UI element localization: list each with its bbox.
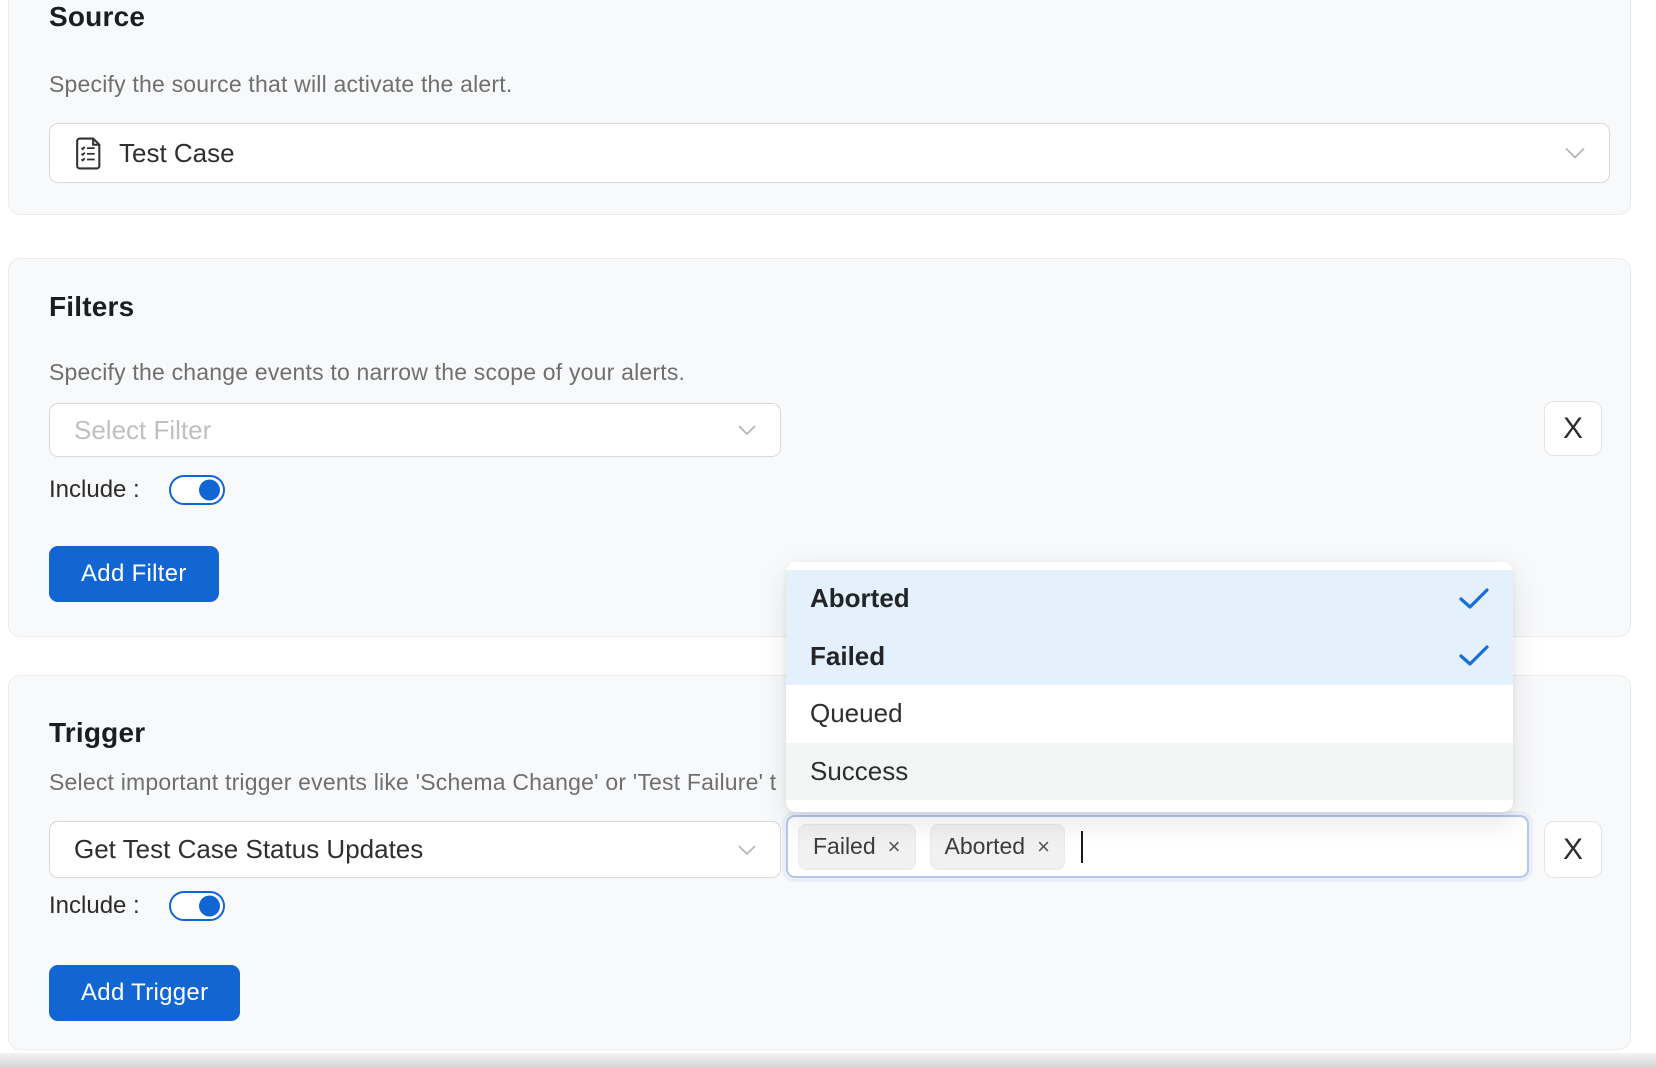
toggle-knob [199,480,220,501]
scroll-fade-band [0,1053,1656,1068]
trigger-select[interactable]: Get Test Case Status Updates [49,821,781,878]
selected-status-tag: Aborted × [930,824,1065,870]
tag-remove-icon[interactable]: × [1037,834,1050,860]
dropdown-option-queued[interactable]: Queued [786,685,1513,743]
trigger-select-value: Get Test Case Status Updates [74,834,423,865]
filters-include-toggle[interactable] [169,475,225,505]
filters-description: Specify the change events to narrow the … [49,359,685,386]
trigger-description: Select important trigger events like 'Sc… [49,769,776,796]
text-cursor [1081,831,1083,863]
dropdown-option-failed[interactable]: Failed [786,628,1513,686]
dropdown-option-success[interactable]: Success [786,743,1513,801]
trigger-title: Trigger [49,717,145,749]
tag-label: Aborted [945,833,1026,860]
option-label: Queued [810,698,903,729]
tag-remove-icon[interactable]: × [888,834,901,860]
trigger-include-label: Include : [49,892,140,920]
add-trigger-button[interactable]: Add Trigger [49,965,240,1021]
toggle-knob [199,896,220,917]
alert-config-page: Source Specify the source that will acti… [0,0,1656,1068]
filters-title: Filters [49,291,134,323]
status-dropdown-menu: Aborted Failed Queued Success [786,562,1513,812]
status-multiselect-input[interactable]: Failed × Aborted × [786,815,1529,878]
filter-select-placeholder: Select Filter [74,415,211,446]
filters-include-label: Include : [49,476,140,504]
trigger-include-toggle[interactable] [169,891,225,921]
source-card: Source Specify the source that will acti… [8,0,1631,215]
chevron-down-icon [738,845,756,855]
remove-trigger-button[interactable]: X [1544,821,1602,878]
option-label: Aborted [810,583,910,614]
tag-label: Failed [813,833,876,860]
add-filter-button[interactable]: Add Filter [49,546,219,602]
source-title: Source [49,1,145,33]
check-icon [1459,588,1489,610]
option-label: Success [810,756,908,787]
chevron-down-icon [738,425,756,435]
test-case-icon [74,137,103,170]
option-label: Failed [810,641,885,672]
remove-filter-button[interactable]: X [1544,401,1602,456]
source-select[interactable]: Test Case [49,123,1610,183]
check-icon [1459,645,1489,667]
filter-select[interactable]: Select Filter [49,403,781,457]
dropdown-option-aborted[interactable]: Aborted [786,570,1513,628]
source-select-value: Test Case [119,138,235,169]
selected-status-tag: Failed × [798,824,916,870]
chevron-down-icon [1565,148,1585,159]
source-description: Specify the source that will activate th… [49,71,512,98]
